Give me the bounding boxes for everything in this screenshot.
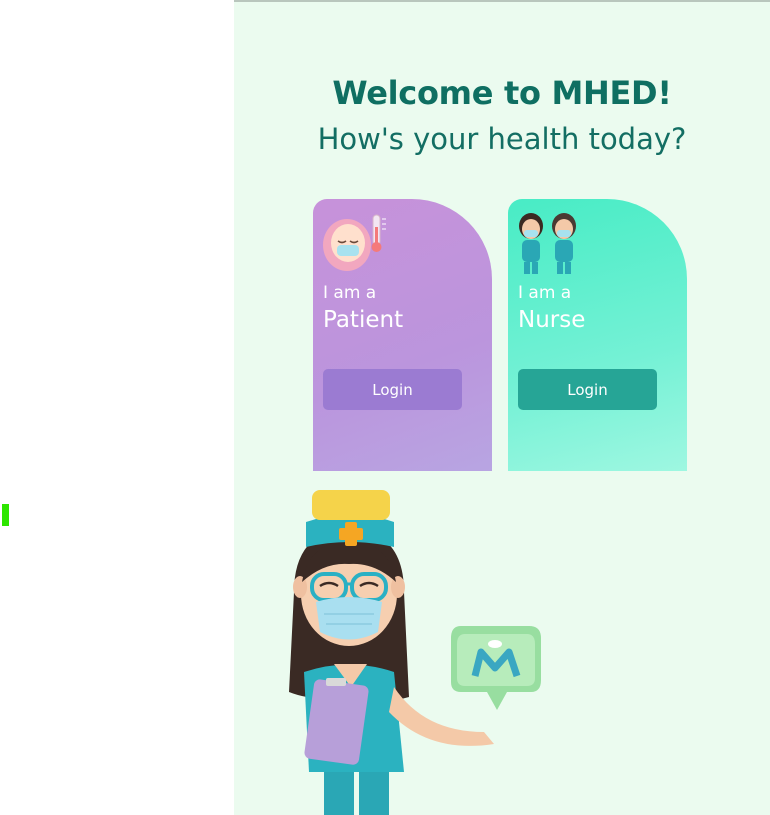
patient-card-prefix: I am a: [323, 283, 377, 303]
patient-thermometer-icon: [323, 214, 386, 271]
nurse-card: I am a Nurse Login: [508, 199, 687, 471]
green-marker: [2, 504, 9, 526]
nurse-login-button[interactable]: Login: [518, 369, 657, 410]
patient-card: I am a Patient Login: [313, 199, 492, 471]
nurse-card-prefix: I am a: [518, 283, 572, 303]
patient-card-role: Patient: [323, 307, 404, 333]
page-subtitle: How's your health today?: [317, 122, 687, 156]
welcome-panel: Welcome to MHED! How's your health today…: [234, 0, 770, 815]
mhed-logo-icon: [451, 626, 541, 710]
nurse-card-role: Nurse: [518, 307, 586, 333]
patient-login-button[interactable]: Login: [323, 369, 462, 410]
nurses-icon: [519, 213, 576, 274]
page-title: Welcome to MHED!: [332, 74, 672, 112]
left-blank-area: [0, 0, 234, 815]
